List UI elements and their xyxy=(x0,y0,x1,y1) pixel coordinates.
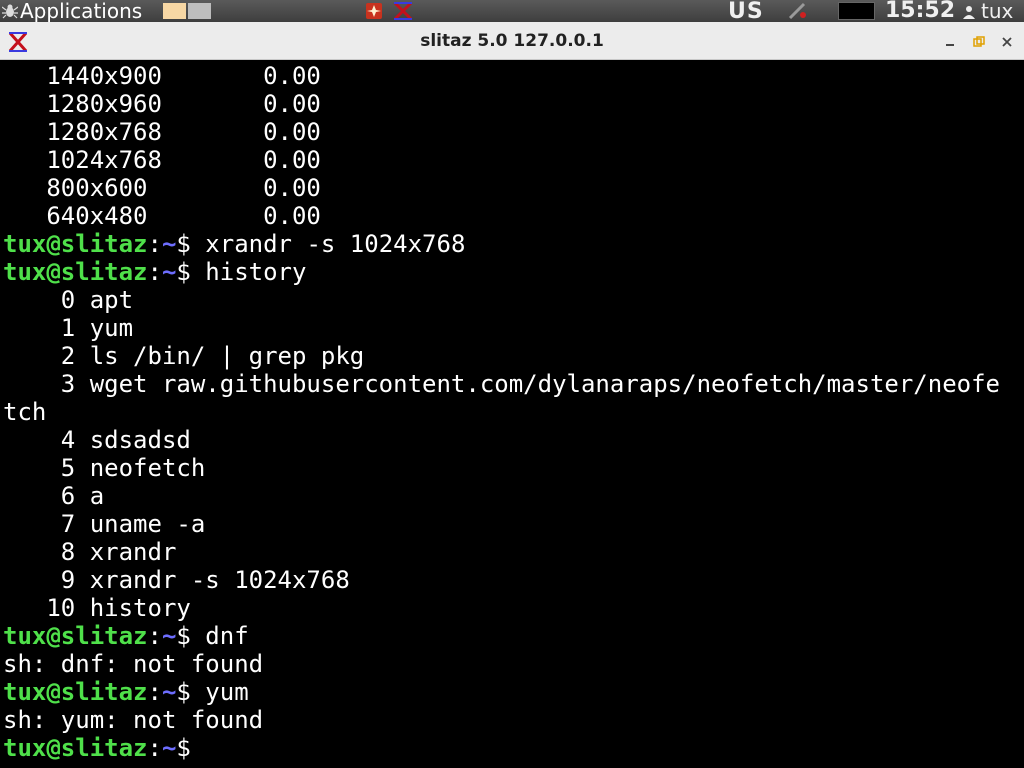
user-name[interactable]: tux xyxy=(981,0,1013,22)
prompt-colon: : xyxy=(147,230,162,258)
terminal-line: 3 wget raw.githubusercontent.com/dylanar… xyxy=(3,370,1000,398)
terminal-line: sh: dnf: not found xyxy=(3,650,264,678)
prompt-colon: : xyxy=(147,734,162,762)
terminal-line: 10 history xyxy=(3,594,191,622)
spider-icon xyxy=(0,0,20,22)
terminal-line: 9 xrandr -s 1024x768 xyxy=(3,566,350,594)
terminal-line: 640x480 0.00 xyxy=(3,202,321,230)
prompt-dollar: $ xyxy=(176,622,191,650)
prompt-path: ~ xyxy=(161,734,177,762)
applications-menu[interactable]: Applications xyxy=(0,0,142,22)
maximize-button[interactable] xyxy=(972,35,986,49)
task-icon[interactable] xyxy=(365,2,383,20)
terminal-line: 1024x768 0.00 xyxy=(3,146,321,174)
applications-label: Applications xyxy=(20,0,143,23)
prompt-colon: : xyxy=(147,258,162,286)
prompt-user: tux@slitaz xyxy=(3,678,148,706)
terminal-line: 2 ls /bin/ | grep pkg xyxy=(3,342,365,370)
prompt-path: ~ xyxy=(161,230,177,258)
user-icon xyxy=(963,4,975,19)
window-title: slitaz 5.0 127.0.0.1 xyxy=(420,31,604,51)
prompt-user: tux@slitaz xyxy=(3,230,148,258)
close-button[interactable] xyxy=(1000,35,1014,49)
terminal-prompt-line: tux@slitaz:~$ xyxy=(3,734,191,762)
prompt-dollar: $ xyxy=(176,678,191,706)
prompt-user: tux@slitaz xyxy=(3,622,148,650)
clock[interactable]: 15:52 xyxy=(885,0,955,22)
terminal-line: 5 neofetch xyxy=(3,454,206,482)
terminal-line: 8 xrandr xyxy=(3,538,177,566)
keyboard-layout-indicator[interactable]: US xyxy=(728,0,764,24)
prompt-dollar: $ xyxy=(176,230,191,258)
command-text: yum xyxy=(190,678,249,706)
terminal-line: 0 apt xyxy=(3,286,134,314)
prompt-colon: : xyxy=(147,622,162,650)
workspace-2-button[interactable] xyxy=(188,3,211,19)
terminal-line: 4 sdsadsd xyxy=(3,426,191,454)
terminal-line: 6 a xyxy=(3,482,105,510)
prompt-dollar: $ xyxy=(176,734,191,762)
prompt-user: tux@slitaz xyxy=(3,734,148,762)
top-panel: Applications US 15:52 tux xyxy=(0,0,1024,24)
command-text: dnf xyxy=(190,622,249,650)
command-text: xrandr -s 1024x768 xyxy=(190,230,466,258)
terminal-output[interactable]: 1440x900 0.00 1280x960 0.00 1280x768 0.0… xyxy=(0,60,1024,768)
terminal-prompt-line: tux@slitaz:~$ history xyxy=(3,258,306,286)
terminal-prompt-line: tux@slitaz:~$ yum xyxy=(3,678,249,706)
terminal-line: 1 yum xyxy=(3,314,134,342)
system-monitor[interactable] xyxy=(838,2,875,20)
terminal-prompt-line: tux@slitaz:~$ dnf xyxy=(3,622,249,650)
terminal-line: tch xyxy=(3,398,47,426)
terminal-line: 7 uname -a xyxy=(3,510,206,538)
prompt-path: ~ xyxy=(161,678,177,706)
terminal-line: 800x600 0.00 xyxy=(3,174,321,202)
prompt-user: tux@slitaz xyxy=(3,258,148,286)
prompt-path: ~ xyxy=(161,258,177,286)
window-titlebar[interactable]: slitaz 5.0 127.0.0.1 xyxy=(0,22,1024,60)
tazpanel-icon[interactable] xyxy=(392,1,414,21)
minimize-button[interactable] xyxy=(943,35,957,49)
command-text: history xyxy=(190,258,307,286)
terminal-line: 1440x900 0.00 xyxy=(3,62,321,90)
terminal-line: 1280x768 0.00 xyxy=(3,118,321,146)
prompt-colon: : xyxy=(147,678,162,706)
terminal-prompt-line: tux@slitaz:~$ xrandr -s 1024x768 xyxy=(3,230,465,258)
prompt-dollar: $ xyxy=(176,258,191,286)
terminal-line: sh: yum: not found xyxy=(3,706,264,734)
network-icon[interactable] xyxy=(786,2,808,20)
workspace-1-button[interactable] xyxy=(163,3,186,19)
terminal-line: 1280x960 0.00 xyxy=(3,90,321,118)
prompt-path: ~ xyxy=(161,622,177,650)
